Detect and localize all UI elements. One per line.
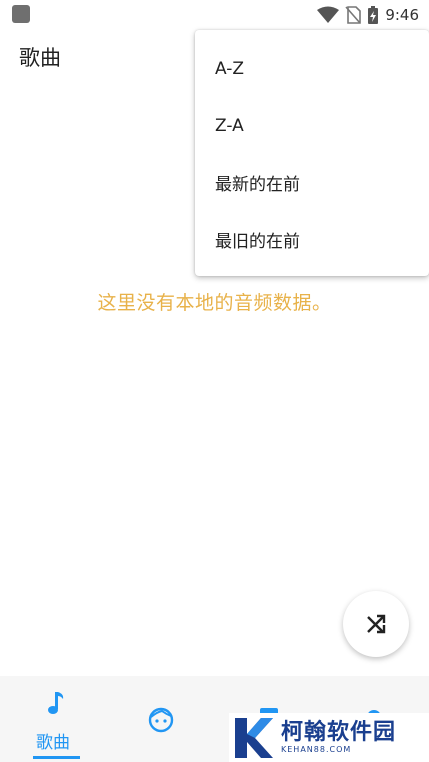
watermark-subtitle: KEHAN88.COM [281,745,352,754]
status-time: 9:46 [385,6,419,24]
nav-item-artists[interactable] [111,676,211,762]
watermark-logo-icon [235,717,273,758]
no-sim-icon [345,6,362,24]
nav-item-label: 歌曲 [36,733,70,753]
watermark-title: 柯翰软件园 [281,720,397,745]
sort-newest-first-item[interactable]: 最新的在前 [195,154,429,211]
sort-a-z-item[interactable]: A-Z [195,40,429,97]
status-bar: 9:46 [0,0,429,30]
shuffle-icon [367,614,386,634]
sort-oldest-first-item[interactable]: 最旧的在前 [195,211,429,268]
battery-charging-icon [368,6,379,24]
watermark: 柯翰软件园 KEHAN88.COM [229,713,429,762]
page-title: 歌曲 [19,46,61,70]
sort-menu: A-Z Z-A 最新的在前 最旧的在前 [195,30,429,276]
watermark-text: 柯翰软件园 KEHAN88.COM [281,720,397,755]
music-note-icon [48,692,64,714]
face-icon [148,707,174,733]
sort-z-a-item[interactable]: Z-A [195,97,429,154]
nav-item-songs[interactable]: 歌曲 [3,676,103,762]
active-tab-indicator [33,756,80,759]
empty-state-message: 这里没有本地的音频数据。 [97,292,332,314]
wifi-icon [317,6,340,23]
shuffle-button[interactable] [343,591,409,657]
notification-icon [12,5,30,23]
status-icons: 9:46 [317,4,419,26]
